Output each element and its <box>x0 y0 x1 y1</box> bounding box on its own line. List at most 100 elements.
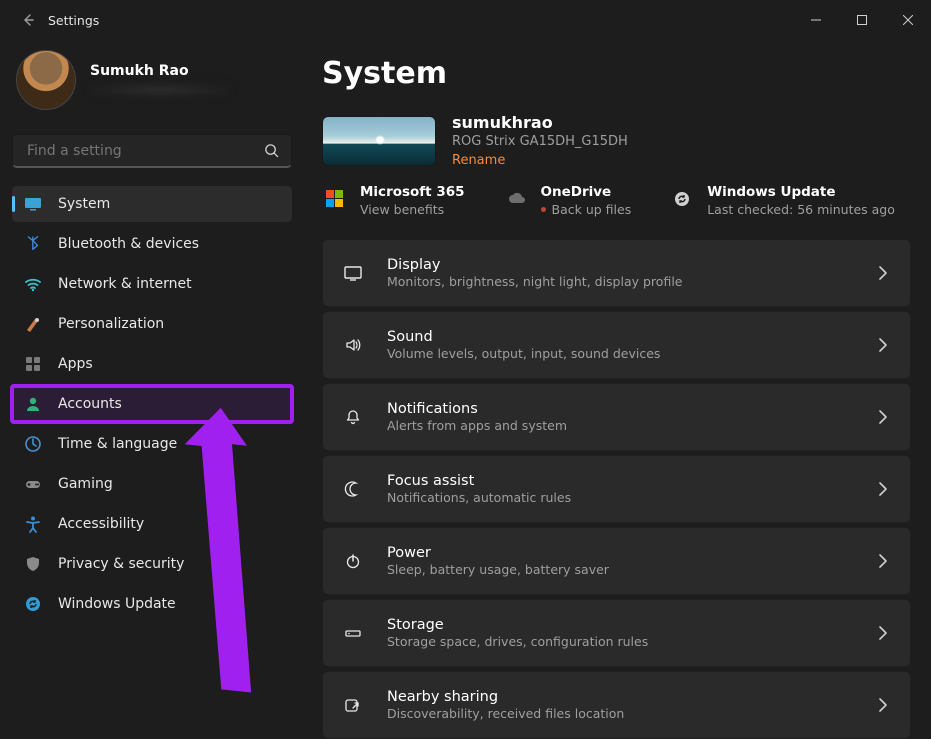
quick-title: OneDrive <box>541 184 632 200</box>
maximize-icon <box>857 15 867 25</box>
sidebar-item-label: Privacy & security <box>58 556 184 572</box>
arrow-left-icon <box>20 12 36 28</box>
sidebar-item-time-language[interactable]: Time & language <box>12 426 292 462</box>
chevron-right-icon <box>874 336 892 354</box>
attention-dot-icon <box>541 207 546 212</box>
chevron-right-icon <box>874 480 892 498</box>
sidebar-item-windows-update[interactable]: Windows Update <box>12 586 292 622</box>
chevron-right-icon <box>874 264 892 282</box>
cloud-icon <box>503 186 529 212</box>
search-box[interactable] <box>12 134 292 168</box>
person-icon <box>24 395 42 413</box>
share-icon <box>341 693 365 717</box>
device-model: ROG Strix GA15DH_G15DH <box>452 134 628 149</box>
sidebar-item-network-internet[interactable]: Network & internet <box>12 266 292 302</box>
minimize-button[interactable] <box>793 4 839 36</box>
card-storage[interactable]: StorageStorage space, drives, configurat… <box>322 599 911 667</box>
quick-onedrive[interactable]: OneDrive Back up files <box>503 184 632 217</box>
card-focus-assist[interactable]: Focus assistNotifications, automatic rul… <box>322 455 911 523</box>
sidebar-item-label: Accounts <box>58 396 122 412</box>
sidebar-item-label: Bluetooth & devices <box>58 236 199 252</box>
sidebar-item-bluetooth-devices[interactable]: Bluetooth & devices <box>12 226 292 262</box>
sidebar-item-label: Gaming <box>58 476 113 492</box>
user-email-redacted <box>90 83 230 97</box>
avatar <box>16 50 76 110</box>
back-button[interactable] <box>8 12 48 28</box>
quick-windows-update[interactable]: Windows UpdateLast checked: 56 minutes a… <box>669 184 895 217</box>
card-subtitle: Sleep, battery usage, battery saver <box>387 562 609 577</box>
sidebar-item-label: Accessibility <box>58 516 144 532</box>
card-title: Notifications <box>387 401 567 417</box>
sound-icon <box>341 333 365 357</box>
bell-icon <box>341 405 365 429</box>
card-title: Nearby sharing <box>387 689 624 705</box>
quick-subtitle: View benefits <box>360 202 465 217</box>
card-subtitle: Storage space, drives, configuration rul… <box>387 634 648 649</box>
close-button[interactable] <box>885 4 931 36</box>
sidebar: Sumukh Rao System Bluetooth & devices Netw… <box>12 40 304 739</box>
search-icon <box>264 143 279 158</box>
storage-icon <box>341 621 365 645</box>
sidebar-item-gaming[interactable]: Gaming <box>12 466 292 502</box>
quick-title: Windows Update <box>707 184 895 200</box>
ms365-icon <box>322 186 348 212</box>
card-display[interactable]: DisplayMonitors, brightness, night light… <box>322 239 911 307</box>
settings-card-list: DisplayMonitors, brightness, night light… <box>322 239 911 739</box>
card-power[interactable]: PowerSleep, battery usage, battery saver <box>322 527 911 595</box>
chevron-right-icon <box>874 408 892 426</box>
sidebar-item-apps[interactable]: Apps <box>12 346 292 382</box>
monitor-icon <box>24 195 42 213</box>
sidebar-nav: System Bluetooth & devices Network & inter… <box>12 186 292 622</box>
card-subtitle: Discoverability, received files location <box>387 706 624 721</box>
window-controls <box>793 4 931 36</box>
card-subtitle: Monitors, brightness, night light, displ… <box>387 274 682 289</box>
clock-globe-icon <box>24 435 42 453</box>
minimize-icon <box>811 15 821 25</box>
card-title: Display <box>387 257 682 273</box>
sidebar-item-label: Windows Update <box>58 596 176 612</box>
card-notifications[interactable]: NotificationsAlerts from apps and system <box>322 383 911 451</box>
titlebar: Settings <box>0 0 931 40</box>
update-icon <box>669 186 695 212</box>
sidebar-item-label: Apps <box>58 356 93 372</box>
sidebar-item-accounts[interactable]: Accounts <box>12 386 292 422</box>
brush-icon <box>24 315 42 333</box>
card-title: Storage <box>387 617 648 633</box>
maximize-button[interactable] <box>839 4 885 36</box>
main-content: System sumukhrao ROG Strix GA15DH_G15DH … <box>304 40 931 739</box>
card-subtitle: Alerts from apps and system <box>387 418 567 433</box>
grid-icon <box>24 355 42 373</box>
sidebar-item-personalization[interactable]: Personalization <box>12 306 292 342</box>
quick-subtitle: Back up files <box>541 202 632 217</box>
sidebar-item-privacy-security[interactable]: Privacy & security <box>12 546 292 582</box>
user-name: Sumukh Rao <box>90 63 230 79</box>
chevron-right-icon <box>874 696 892 714</box>
shield-icon <box>24 555 42 573</box>
page-title: System <box>322 56 911 91</box>
card-subtitle: Notifications, automatic rules <box>387 490 571 505</box>
sidebar-item-system[interactable]: System <box>12 186 292 222</box>
display-icon <box>341 261 365 285</box>
card-sound[interactable]: SoundVolume levels, output, input, sound… <box>322 311 911 379</box>
update-icon <box>24 595 42 613</box>
moon-icon <box>341 477 365 501</box>
card-title: Sound <box>387 329 660 345</box>
close-icon <box>903 15 913 25</box>
search-input[interactable] <box>25 142 255 160</box>
device-name: sumukhrao <box>452 113 628 132</box>
quick-microsoft-365[interactable]: Microsoft 365 View benefits <box>322 184 465 217</box>
sidebar-item-label: Network & internet <box>58 276 192 292</box>
sidebar-item-label: Personalization <box>58 316 164 332</box>
rename-link[interactable]: Rename <box>452 153 505 168</box>
sidebar-item-accessibility[interactable]: Accessibility <box>12 506 292 542</box>
quick-title: Microsoft 365 <box>360 184 465 200</box>
user-header[interactable]: Sumukh Rao <box>12 40 292 134</box>
card-nearby-sharing[interactable]: Nearby sharingDiscoverability, received … <box>322 671 911 739</box>
power-icon <box>341 549 365 573</box>
card-subtitle: Volume levels, output, input, sound devi… <box>387 346 660 361</box>
quick-status-row: Microsoft 365 View benefits OneDrive Back u… <box>322 184 911 217</box>
card-title: Focus assist <box>387 473 571 489</box>
card-title: Power <box>387 545 609 561</box>
sidebar-item-label: System <box>58 196 110 212</box>
bluetooth-icon <box>24 235 42 253</box>
